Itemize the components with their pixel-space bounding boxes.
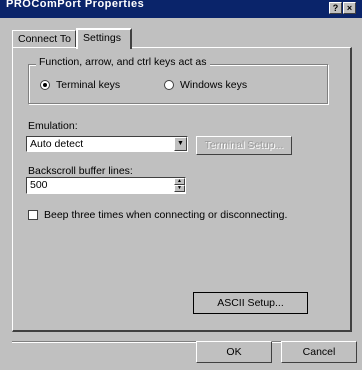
spinner-arrows[interactable]: ▲ ▼ (174, 178, 185, 193)
chevron-down-icon[interactable]: ▼ (174, 137, 187, 151)
terminal-setup-button[interactable]: Terminal Setup... (196, 136, 292, 155)
radio-unselected-icon (164, 80, 174, 90)
cancel-button[interactable]: Cancel (281, 341, 357, 363)
tab-settings[interactable]: Settings (76, 28, 132, 49)
spin-up-icon[interactable]: ▲ (174, 178, 185, 185)
title-bar: PROComPort Properties ? × (0, 0, 362, 18)
emulation-select[interactable]: Auto detect ▼ (26, 136, 188, 152)
emulation-label: Emulation: (28, 120, 78, 132)
tab-connect-to[interactable]: Connect To (12, 30, 76, 48)
close-button[interactable]: × (343, 2, 356, 14)
keys-group-label: Function, arrow, and ctrl keys act as (36, 56, 210, 68)
checkbox-icon (28, 210, 38, 220)
radio-windows-keys-label: Windows keys (180, 79, 248, 91)
emulation-value: Auto detect (30, 138, 84, 150)
help-button[interactable]: ? (329, 2, 342, 14)
radio-selected-icon (40, 80, 50, 90)
backscroll-value: 500 (30, 179, 48, 191)
backscroll-spinner[interactable]: 500 ▲ ▼ (26, 177, 186, 194)
ascii-setup-button[interactable]: ASCII Setup... (193, 292, 308, 314)
radio-terminal-keys[interactable]: Terminal keys (40, 79, 120, 91)
spin-down-icon[interactable]: ▼ (174, 185, 185, 192)
beep-label: Beep three times when connecting or disc… (44, 209, 288, 221)
ok-button[interactable]: OK (196, 341, 272, 363)
radio-terminal-keys-label: Terminal keys (56, 79, 121, 91)
properties-dialog: PROComPort Properties ? × Connect To Set… (0, 0, 362, 370)
radio-windows-keys[interactable]: Windows keys (164, 79, 247, 91)
window-title: PROComPort Properties (6, 0, 145, 10)
backscroll-label: Backscroll buffer lines: (28, 165, 133, 177)
beep-checkbox[interactable]: Beep three times when connecting or disc… (28, 209, 287, 221)
